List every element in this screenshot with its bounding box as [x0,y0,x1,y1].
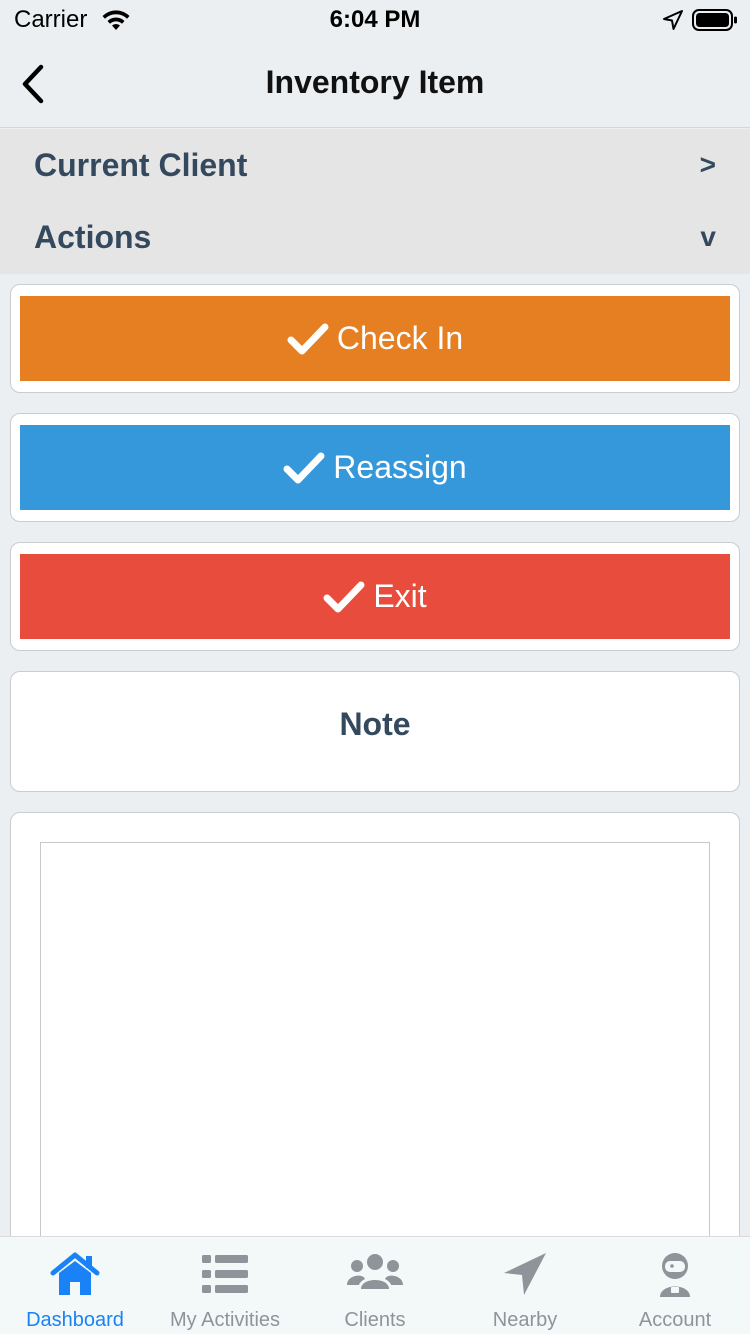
battery-icon [692,9,737,31]
clock-time: 6:04 PM [329,6,421,33]
tab-label-my-activities: My Activities [169,1309,281,1331]
note-header-card: Note [10,671,740,792]
location-arrow-icon [504,1253,546,1295]
note-title: Note [339,706,411,742]
status-bar: Carrier 6:04 PM [0,0,750,40]
actions-row[interactable]: Actions v [0,201,750,273]
chevron-down-indicator: v [700,221,716,252]
tab-account[interactable]: Account [600,1237,750,1334]
navigation-bar: Inventory Item [0,40,750,128]
current-client-row[interactable]: Current Client > [0,129,750,201]
checkmark-icon [323,581,365,612]
tab-label-account: Account [638,1309,712,1331]
reassign-button[interactable]: Reassign [20,425,730,510]
checkmark-icon [287,323,329,354]
tab-label-dashboard: Dashboard [26,1309,124,1331]
list-icon [202,1255,248,1293]
home-icon [50,1252,100,1295]
check-in-card: Check In [10,284,740,393]
tab-label-nearby: Nearby [492,1309,558,1331]
exit-card: Exit [10,542,740,651]
tab-nearby[interactable]: Nearby [450,1237,600,1334]
check-in-button[interactable]: Check In [20,296,730,381]
tab-dashboard[interactable]: Dashboard [0,1237,150,1334]
reassign-label: Reassign [333,449,467,485]
tab-label-clients: Clients [344,1309,406,1331]
users-icon [347,1254,403,1289]
chevron-right-indicator: > [699,149,716,180]
current-client-label: Current Client [34,146,248,183]
note-input-card [10,812,740,1292]
tab-my-activities[interactable]: My Activities [150,1237,300,1334]
reassign-card: Reassign [10,413,740,522]
accordion: Current Client > Actions v [0,129,750,274]
note-textarea[interactable] [40,842,710,1282]
page-title: Inventory Item [265,64,485,100]
exit-button[interactable]: Exit [20,554,730,639]
tab-bar: Dashboard My Activities Clients Nearby A… [0,1236,750,1334]
check-in-label: Check In [336,320,464,356]
checkmark-icon [283,452,325,483]
exit-label: Exit [373,578,427,614]
tab-clients[interactable]: Clients [300,1237,450,1334]
location-arrow-icon [663,10,683,30]
astronaut-icon [660,1253,690,1297]
actions-label: Actions [34,218,152,255]
